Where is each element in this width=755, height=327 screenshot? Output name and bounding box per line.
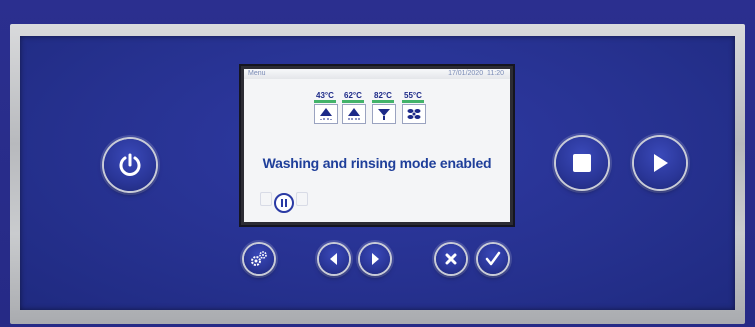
date: 17/01/2020 (448, 70, 484, 77)
dryer-temp: 55°C (404, 91, 422, 100)
wash-arm-icon (342, 104, 366, 124)
wash-tank-temp-2: 62°C (344, 91, 362, 100)
ghost-control-left (260, 192, 272, 206)
confirm-button[interactable] (478, 244, 508, 274)
screen-top-bar: Menu 17/01/2020 11:20 (244, 69, 510, 79)
pause-icon (281, 199, 287, 207)
date-time: 17/01/2020 11:20 (448, 69, 504, 79)
cancel-button[interactable] (436, 244, 466, 274)
status-message: Washing and rinsing mode enabled (262, 155, 492, 171)
fan-icon (402, 104, 426, 124)
chevron-right-icon (372, 253, 379, 265)
play-icon (654, 154, 668, 172)
pause-button[interactable] (274, 193, 294, 213)
next-button[interactable] (360, 244, 390, 274)
ghost-control-right (296, 192, 308, 206)
menu-label[interactable]: Menu (248, 69, 266, 79)
rinse-icon (372, 104, 396, 124)
temp-bar-1 (314, 100, 336, 103)
previous-button[interactable] (319, 244, 349, 274)
wash-tank-temp-1: 43°C (316, 91, 334, 100)
stop-icon (573, 154, 591, 172)
power-button[interactable] (104, 139, 156, 191)
stop-button[interactable] (556, 137, 608, 189)
check-icon (485, 251, 501, 266)
temp-bar-3 (372, 100, 394, 103)
rinse-temp: 82°C (374, 91, 392, 100)
power-icon (119, 153, 141, 176)
gears-icon (251, 251, 267, 266)
temp-bar-4 (402, 100, 424, 103)
settings-button[interactable] (244, 244, 274, 274)
display-screen: Menu 17/01/2020 11:20 43°C 62°C 82°C 55°… (244, 69, 510, 222)
wash-arm-icon (314, 104, 338, 124)
play-button[interactable] (634, 137, 686, 189)
chevron-left-icon (330, 253, 337, 265)
temp-bar-2 (342, 100, 364, 103)
time: 11:20 (487, 70, 504, 77)
close-icon (445, 253, 457, 265)
